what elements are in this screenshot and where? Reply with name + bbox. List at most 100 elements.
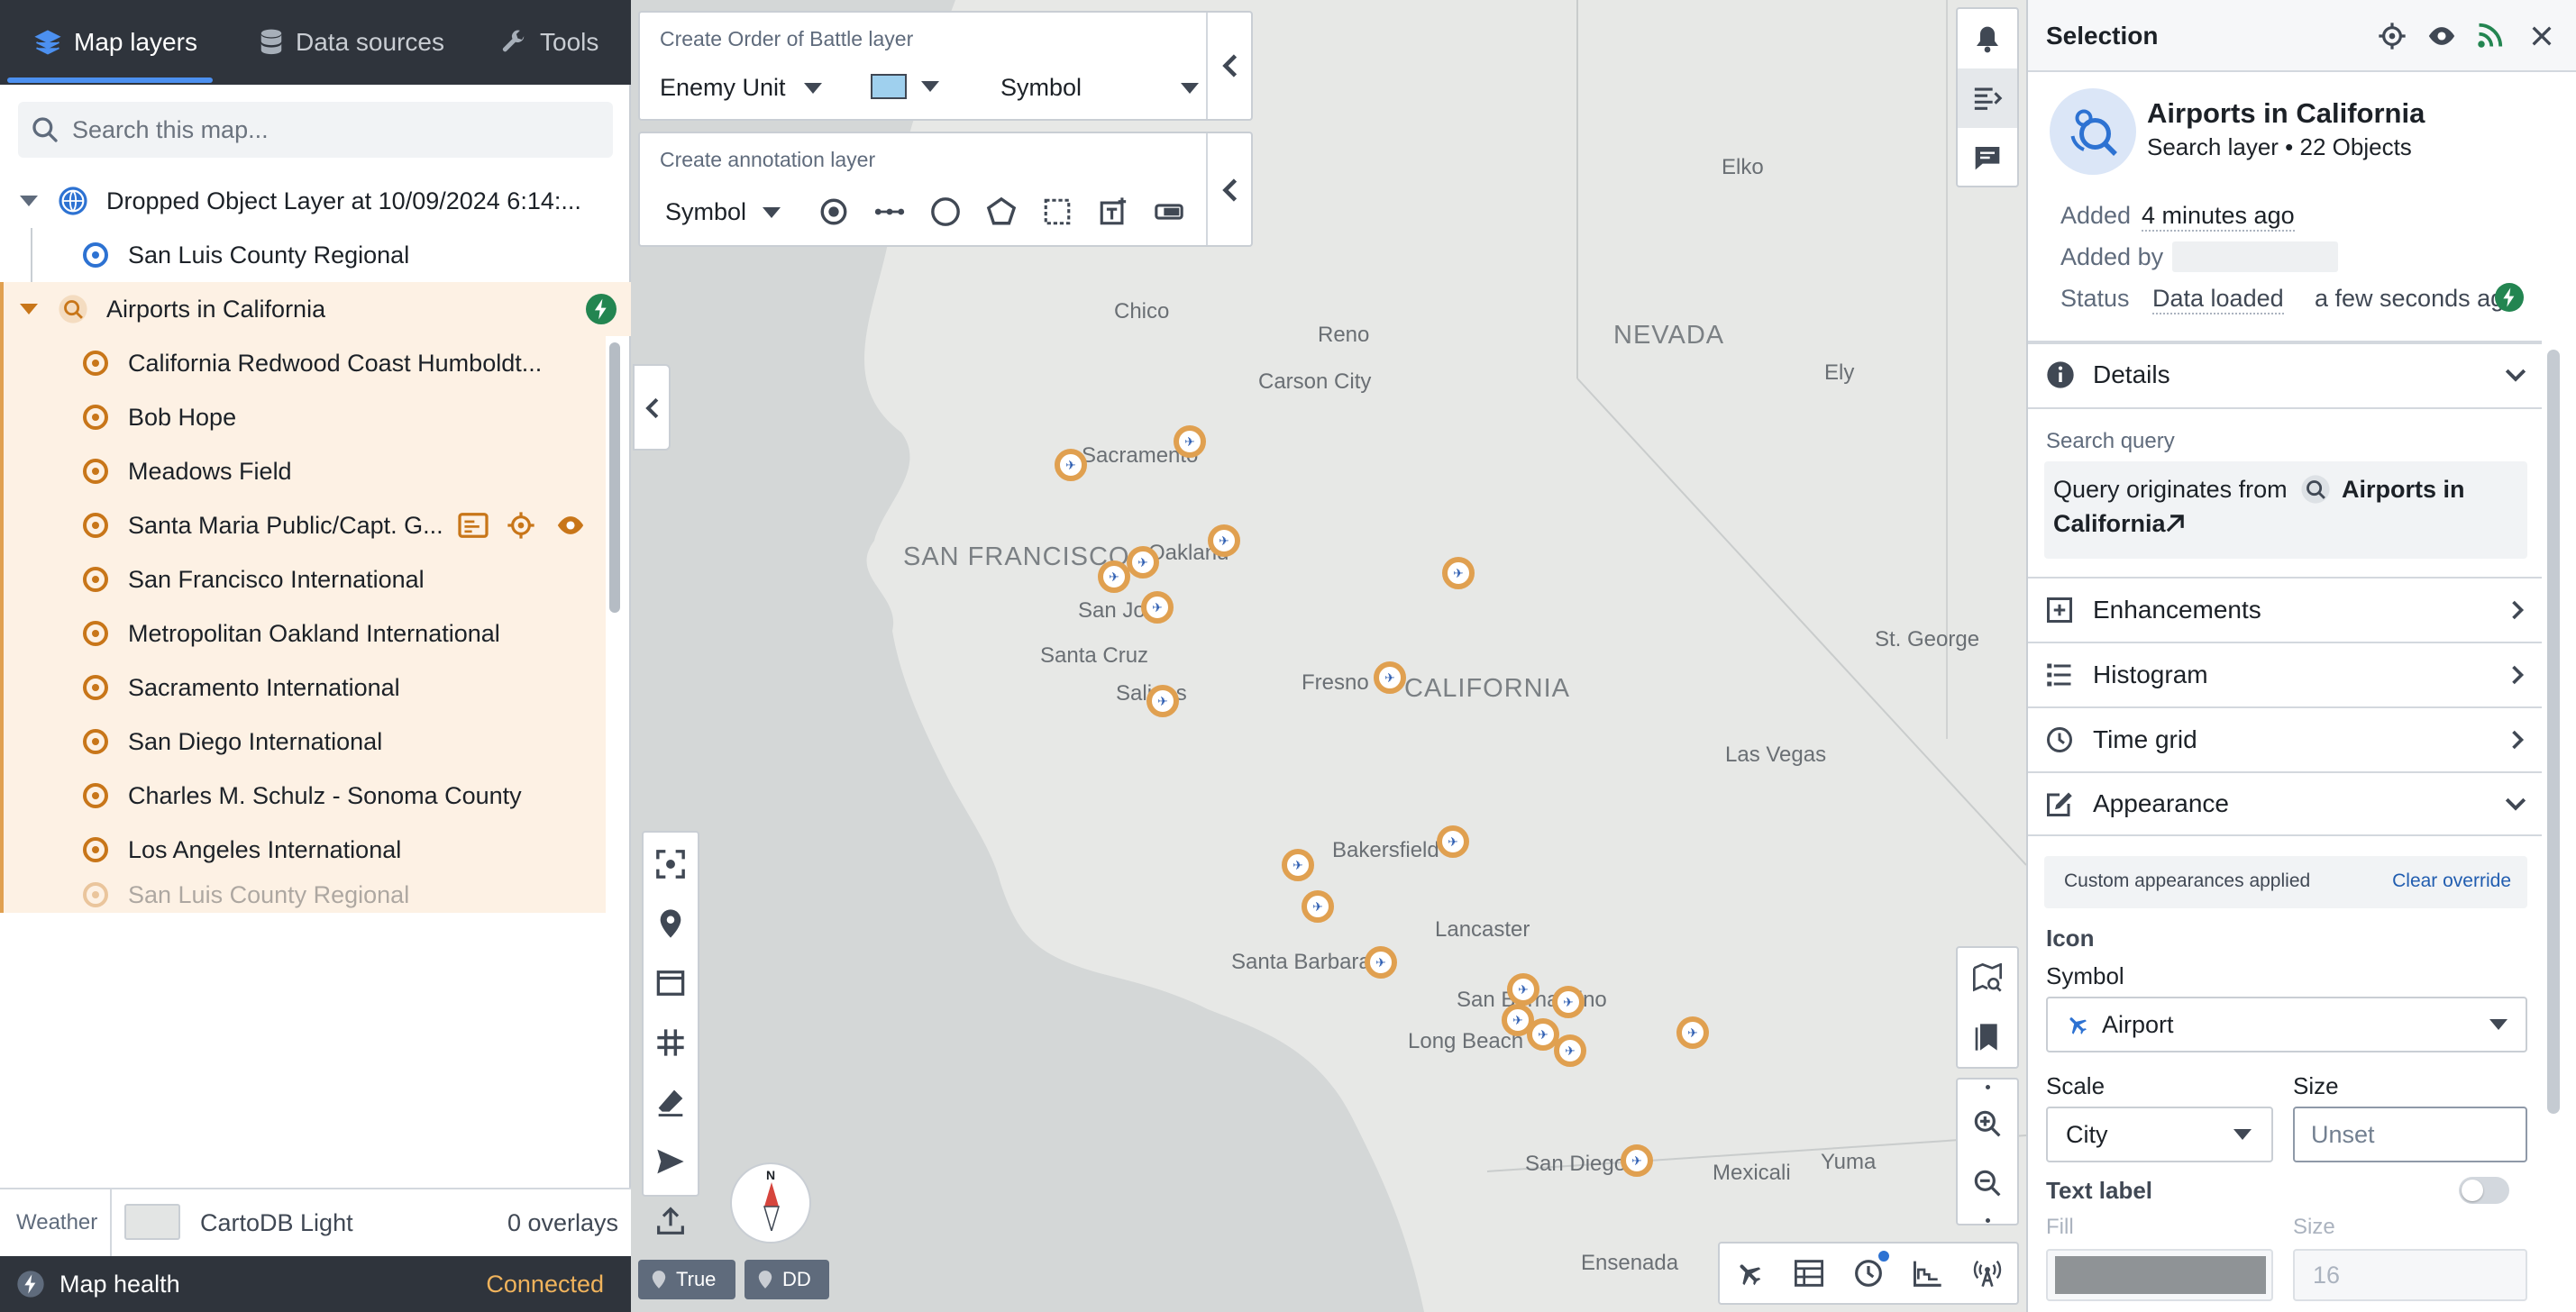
airport-marker[interactable]: ✈ [1127, 546, 1159, 579]
tracks-button[interactable] [1720, 1244, 1779, 1303]
eye-icon[interactable] [555, 514, 586, 537]
comments-button[interactable] [1958, 128, 2017, 187]
export-button[interactable] [644, 1191, 698, 1251]
appearance-section-header[interactable]: Appearance [2028, 771, 2542, 836]
details-section-header[interactable]: Details [2028, 342, 2542, 407]
north-reference-toggle[interactable]: True [638, 1260, 735, 1299]
size-input[interactable]: Unset [2293, 1107, 2527, 1162]
fill-color-select[interactable] [2046, 1249, 2273, 1301]
text-size-input[interactable]: 16 [2293, 1249, 2527, 1301]
rectangle-tool-icon[interactable] [1042, 196, 1073, 227]
airport-marker[interactable]: ✈ [1098, 560, 1130, 593]
line-tool-icon[interactable] [874, 196, 905, 227]
signal-button[interactable] [1958, 1244, 2017, 1303]
compass-button[interactable]: N [730, 1162, 811, 1244]
timegrid-section-header[interactable]: Time grid [2028, 706, 2542, 771]
airport-marker[interactable]: ✈ [1507, 973, 1539, 1006]
zoom-out-button[interactable] [1958, 1153, 2017, 1213]
drop-pin-button[interactable] [644, 894, 698, 953]
scrollbar[interactable] [2547, 350, 2560, 1114]
elevation-button[interactable] [1898, 1244, 1958, 1303]
airport-marker[interactable]: ✈ [1442, 557, 1475, 589]
arrow-up-right-icon[interactable] [2163, 512, 2187, 535]
coordinate-format-toggle[interactable]: DD [744, 1260, 829, 1299]
airport-marker[interactable]: ✈ [1141, 591, 1174, 624]
table-button[interactable] [1779, 1244, 1839, 1303]
weather-label[interactable]: Weather [16, 1210, 97, 1235]
bookmark-button[interactable] [1958, 1007, 2017, 1067]
layer-item[interactable]: San Diego International [0, 715, 606, 769]
tab-data-sources[interactable]: Data sources [260, 0, 444, 85]
clear-override-link[interactable]: Clear override [2392, 870, 2511, 892]
airport-marker[interactable]: ✈ [1208, 524, 1240, 557]
airport-marker[interactable]: ✈ [1282, 849, 1314, 881]
layer-item[interactable]: Meadows Field [0, 444, 606, 498]
grid-button[interactable] [644, 1013, 698, 1072]
layer-item[interactable]: Charles M. Schulz - Sonoma County [0, 769, 606, 823]
locate-icon[interactable] [2378, 22, 2407, 50]
fit-bounds-button[interactable] [644, 834, 698, 894]
airport-marker[interactable]: ✈ [1374, 661, 1406, 694]
layer-item[interactable]: Santa Maria Public/Capt. G.... [0, 498, 606, 552]
timeline-button[interactable] [1839, 1244, 1898, 1303]
airport-marker[interactable]: ✈ [1365, 946, 1397, 979]
chevron-left-icon[interactable] [1220, 177, 1240, 204]
layer-item[interactable]: Metropolitan Oakland International [0, 606, 606, 661]
eye-icon[interactable] [2426, 25, 2457, 47]
caret-down-icon[interactable] [20, 196, 38, 206]
tab-tools[interactable]: Tools [500, 0, 598, 85]
point-tool-icon[interactable] [818, 196, 849, 227]
layer-row-airports[interactable]: Airports in California [0, 282, 631, 336]
layer-item[interactable]: San Luis County Regional [0, 228, 631, 282]
zoom-in-button[interactable] [1958, 1094, 2017, 1153]
layer-item[interactable]: Bob Hope [0, 390, 606, 444]
map-search-button[interactable] [1958, 948, 2017, 1007]
layer-item[interactable]: California Redwood Coast Humboldt... [0, 336, 606, 390]
basemap-thumbnail[interactable] [124, 1204, 180, 1240]
collapse-left-panel-button[interactable] [633, 364, 671, 451]
airport-marker[interactable]: ✈ [1055, 449, 1087, 481]
chevron-left-icon[interactable] [1220, 52, 1240, 79]
send-button[interactable] [644, 1132, 698, 1191]
caret-down-icon[interactable] [20, 304, 38, 314]
airport-marker[interactable]: ✈ [1621, 1144, 1653, 1177]
text-tool-icon[interactable] [1098, 196, 1128, 227]
basemap-name[interactable]: CartoDB Light [200, 1209, 353, 1237]
circle-tool-icon[interactable] [930, 196, 961, 227]
airport-marker[interactable]: ✈ [1676, 1016, 1709, 1049]
tab-map-layers[interactable]: Map layers [34, 0, 197, 85]
airport-marker[interactable]: ✈ [1174, 425, 1206, 458]
properties-icon[interactable] [458, 512, 489, 539]
airport-marker[interactable]: ✈ [1554, 1034, 1586, 1067]
query-source-link-2[interactable]: California [2053, 510, 2166, 538]
unit-select[interactable]: Enemy Unit [660, 74, 822, 102]
layer-item[interactable]: Los Angeles International [0, 823, 606, 877]
symbol-select[interactable]: Symbol [1000, 74, 1199, 102]
locate-icon[interactable] [507, 511, 535, 540]
histogram-section-header[interactable]: Histogram [2028, 642, 2542, 706]
layer-item[interactable]: Sacramento International [0, 661, 606, 715]
map-health-bar[interactable]: Map health Connected [0, 1256, 631, 1312]
map-canvas[interactable]: NEVADA CALIFORNIA SAN FRANCISCO Elko Chi… [631, 0, 2026, 1312]
polygon-tool-icon[interactable] [986, 196, 1017, 227]
overlays-count[interactable]: 0 overlays [507, 1209, 618, 1237]
airport-marker[interactable]: ✈ [1437, 825, 1469, 858]
query-source-link[interactable]: Airports in [2342, 476, 2465, 504]
color-select[interactable] [871, 74, 939, 99]
airport-marker[interactable]: ✈ [1302, 890, 1334, 923]
layer-item[interactable]: San Luis County Regional [0, 877, 606, 913]
annotation-symbol-select[interactable]: Symbol [665, 198, 781, 226]
search-input[interactable]: Search this map... [18, 102, 613, 158]
eraser-button[interactable] [644, 1072, 698, 1132]
window-button[interactable] [644, 953, 698, 1013]
label-tool-icon[interactable] [1154, 198, 1184, 225]
text-label-toggle[interactable] [2459, 1177, 2509, 1204]
airport-marker[interactable]: ✈ [1552, 986, 1585, 1018]
notifications-button[interactable] [1958, 9, 2017, 68]
scale-select[interactable]: City [2046, 1107, 2273, 1162]
symbol-select[interactable]: Airport [2046, 997, 2527, 1052]
layer-row-dropped[interactable]: Dropped Object Layer at 10/09/2024 6:14:… [0, 174, 631, 228]
scrollbar[interactable] [609, 342, 620, 613]
airport-marker[interactable]: ✈ [1146, 685, 1179, 717]
selection-panel-button[interactable] [1958, 68, 2017, 128]
